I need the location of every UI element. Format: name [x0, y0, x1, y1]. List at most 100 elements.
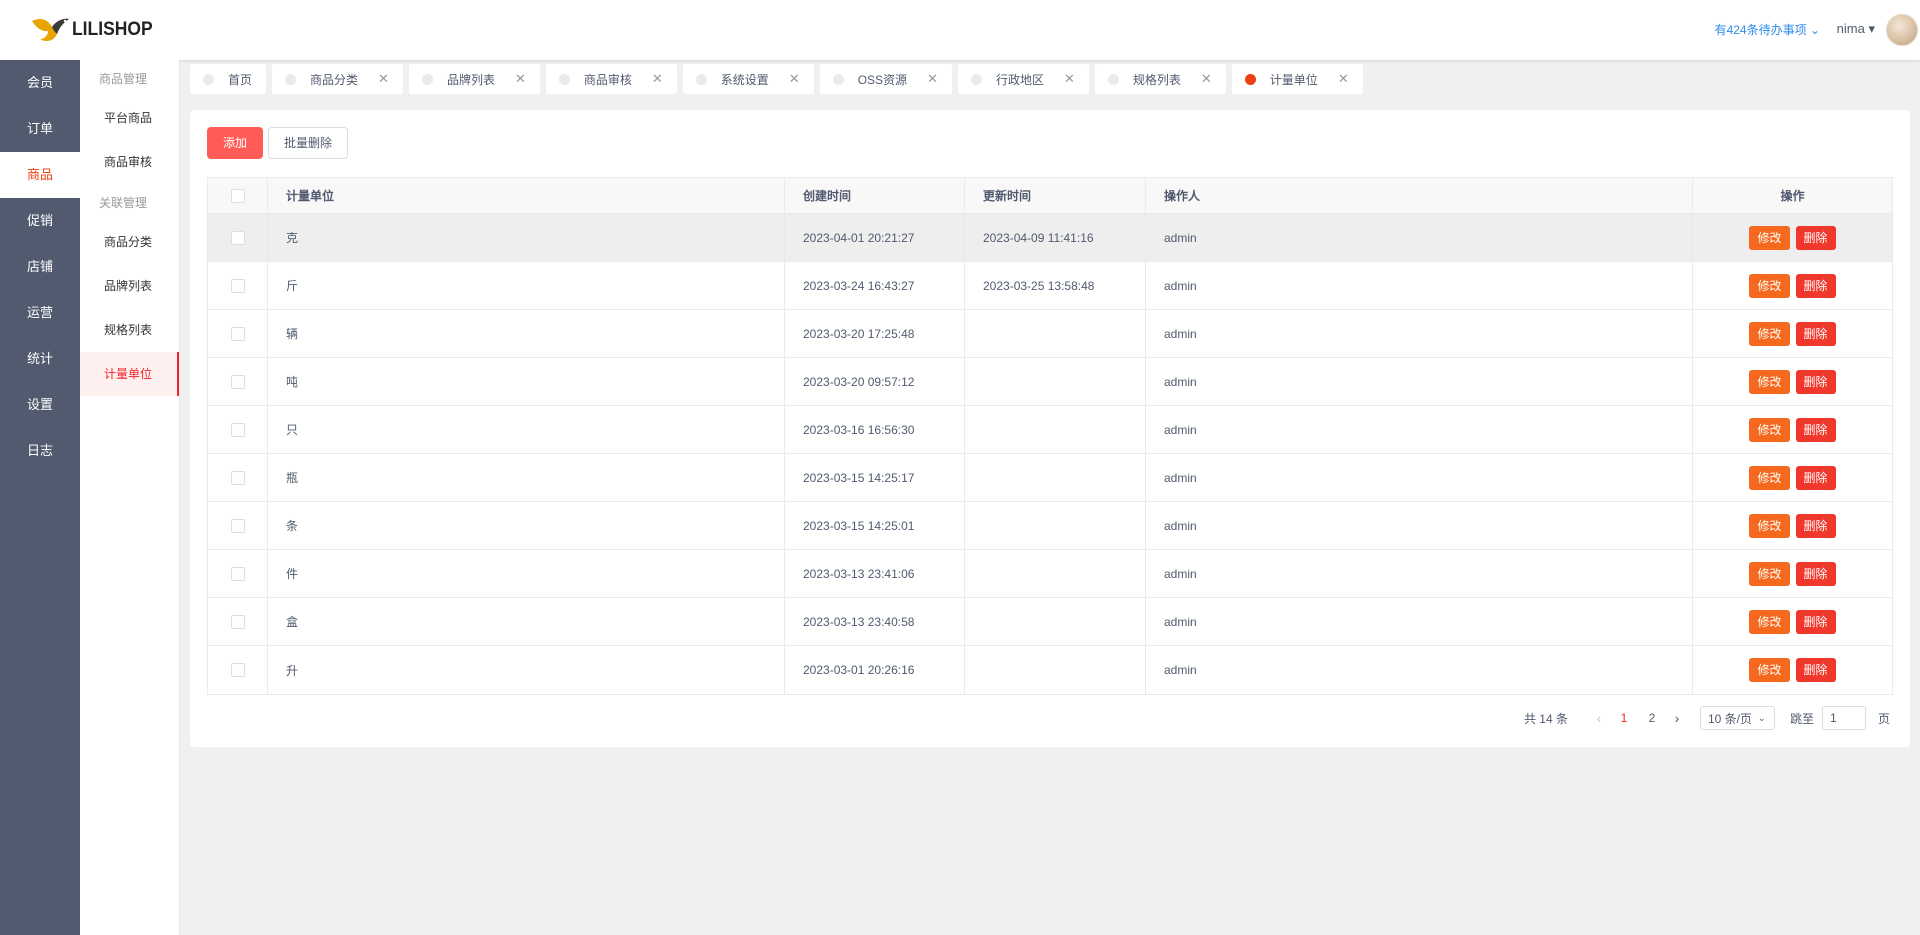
row-checkbox[interactable] — [230, 663, 245, 677]
tab-spec[interactable]: 规格列表 ✕ — [1094, 64, 1226, 94]
prev-page-icon[interactable]: ‹ — [1588, 710, 1610, 726]
next-page-icon[interactable]: › — [1666, 710, 1688, 726]
jump-page-input[interactable] — [1821, 706, 1866, 730]
table-header: 计量单位 创建时间 更新时间 操作人 操作 — [208, 178, 1892, 214]
table-row[interactable]: 升 2023-03-01 20:26:16 admin 修改 删除 — [208, 646, 1892, 694]
close-icon[interactable]: ✕ — [378, 71, 389, 87]
edit-button[interactable]: 修改 — [1749, 369, 1790, 394]
delete-button[interactable]: 删除 — [1795, 273, 1836, 298]
todo-dropdown[interactable]: 有424条待办事项 ⌄ — [1715, 21, 1820, 38]
edit-button[interactable]: 修改 — [1749, 225, 1790, 250]
row-checkbox[interactable] — [230, 470, 245, 485]
delete-button[interactable]: 删除 — [1795, 658, 1836, 682]
cell-unit: 盒 — [268, 598, 785, 645]
delete-button[interactable]: 删除 — [1795, 417, 1836, 442]
table-row[interactable]: 条 2023-03-15 14:25:01 admin 修改 删除 — [208, 502, 1892, 550]
tab-unit[interactable]: 计量单位 ✕ — [1231, 64, 1363, 94]
close-icon[interactable]: ✕ — [515, 71, 526, 87]
row-checkbox[interactable] — [230, 230, 245, 245]
delete-button[interactable]: 删除 — [1795, 321, 1836, 346]
tab-system-settings[interactable]: 系统设置 ✕ — [682, 64, 814, 94]
column-header-operator[interactable]: 操作人 — [1146, 178, 1693, 213]
page-suffix: 页 — [1877, 711, 1890, 726]
edit-button[interactable]: 修改 — [1749, 513, 1790, 538]
user-menu[interactable]: nima ▾ — [1837, 21, 1875, 37]
row-check-cell — [208, 646, 268, 694]
close-icon[interactable]: ✕ — [927, 71, 938, 87]
table-row[interactable]: 克 2023-04-01 20:21:27 2023-04-09 11:41:1… — [208, 214, 1892, 262]
row-checkbox[interactable] — [230, 518, 245, 533]
nav-item-operation[interactable]: 运营 — [0, 290, 80, 336]
avatar[interactable] — [1886, 14, 1918, 46]
tab-label: 行政地区 — [995, 72, 1044, 87]
column-header-updated[interactable]: 更新时间 — [965, 178, 1146, 213]
row-checkbox[interactable] — [230, 422, 245, 437]
row-check-cell — [208, 358, 268, 405]
close-icon[interactable]: ✕ — [1201, 71, 1212, 87]
row-checkbox[interactable] — [230, 614, 245, 629]
page-2[interactable]: 2 — [1638, 711, 1666, 725]
table-row[interactable]: 斤 2023-03-24 16:43:27 2023-03-25 13:58:4… — [208, 262, 1892, 310]
tab-home[interactable]: 首页 — [190, 64, 267, 94]
cell-operator: admin — [1146, 598, 1693, 645]
tab-label: OSS资源 — [857, 72, 908, 87]
edit-button[interactable]: 修改 — [1749, 417, 1790, 442]
nav-item-log[interactable]: 日志 — [0, 428, 80, 474]
nav-item-order[interactable]: 订单 — [0, 106, 80, 152]
tab-oss[interactable]: OSS资源 ✕ — [819, 64, 952, 94]
edit-button[interactable]: 修改 — [1749, 658, 1790, 682]
row-checkbox[interactable] — [230, 278, 245, 293]
table-row[interactable]: 件 2023-03-13 23:41:06 admin 修改 删除 — [208, 550, 1892, 598]
batch-delete-button[interactable]: 批量删除 — [268, 127, 348, 159]
row-checkbox[interactable] — [230, 566, 245, 581]
table-row[interactable]: 辆 2023-03-20 17:25:48 admin 修改 删除 — [208, 310, 1892, 358]
delete-button[interactable]: 删除 — [1795, 561, 1836, 586]
tab-region[interactable]: 行政地区 ✕ — [957, 64, 1089, 94]
edit-button[interactable]: 修改 — [1749, 321, 1790, 346]
close-icon[interactable]: ✕ — [1064, 71, 1075, 87]
nav-item-settings[interactable]: 设置 — [0, 382, 80, 428]
logo[interactable]: LILISHOP — [0, 0, 180, 60]
delete-button[interactable]: 删除 — [1795, 369, 1836, 394]
cell-created: 2023-03-15 14:25:01 — [785, 502, 965, 549]
cell-actions: 修改 删除 — [1693, 454, 1892, 501]
cell-actions: 修改 删除 — [1693, 262, 1892, 309]
column-header-unit[interactable]: 计量单位 — [268, 178, 785, 213]
nav-item-store[interactable]: 店铺 — [0, 244, 80, 290]
edit-button[interactable]: 修改 — [1749, 561, 1790, 586]
row-checkbox[interactable] — [230, 374, 245, 389]
add-button[interactable]: 添加 — [207, 127, 263, 159]
close-icon[interactable]: ✕ — [789, 71, 800, 87]
select-all-checkbox[interactable] — [230, 188, 245, 203]
tab-audit[interactable]: 商品审核 ✕ — [545, 64, 677, 94]
delete-button[interactable]: 删除 — [1795, 225, 1836, 250]
tab-brand[interactable]: 品牌列表 ✕ — [408, 64, 540, 94]
delete-button[interactable]: 删除 — [1795, 465, 1836, 490]
row-checkbox[interactable] — [230, 326, 245, 341]
page-size-select[interactable]: 10 条/页 ⌄ — [1699, 706, 1775, 730]
edit-button[interactable]: 修改 — [1749, 273, 1790, 298]
page-1[interactable]: 1 — [1610, 711, 1638, 725]
table-row[interactable]: 盒 2023-03-13 23:40:58 admin 修改 删除 — [208, 598, 1892, 646]
close-icon[interactable]: ✕ — [652, 71, 663, 87]
nav-item-member[interactable]: 会员 — [0, 60, 80, 106]
edit-button[interactable]: 修改 — [1749, 465, 1790, 490]
subnav-item-spec[interactable]: 规格列表 — [80, 308, 179, 352]
subnav-item-brand[interactable]: 品牌列表 — [80, 264, 179, 308]
table-row[interactable]: 吨 2023-03-20 09:57:12 admin 修改 删除 — [208, 358, 1892, 406]
subnav-item-platform-goods[interactable]: 平台商品 — [80, 96, 179, 140]
delete-button[interactable]: 删除 — [1795, 609, 1836, 634]
nav-item-promotion[interactable]: 促销 — [0, 198, 80, 244]
nav-item-goods[interactable]: 商品 — [0, 152, 80, 198]
table-row[interactable]: 瓶 2023-03-15 14:25:17 admin 修改 删除 — [208, 454, 1892, 502]
subnav-item-category[interactable]: 商品分类 — [80, 220, 179, 264]
close-icon[interactable]: ✕ — [1338, 71, 1349, 87]
delete-button[interactable]: 删除 — [1795, 513, 1836, 538]
subnav-item-goods-audit[interactable]: 商品审核 — [80, 140, 179, 184]
subnav-item-unit[interactable]: 计量单位 — [80, 352, 179, 396]
edit-button[interactable]: 修改 — [1749, 609, 1790, 634]
table-row[interactable]: 只 2023-03-16 16:56:30 admin 修改 删除 — [208, 406, 1892, 454]
tab-category[interactable]: 商品分类 ✕ — [272, 64, 403, 94]
nav-item-statistics[interactable]: 统计 — [0, 336, 80, 382]
column-header-created[interactable]: 创建时间 — [785, 178, 965, 213]
